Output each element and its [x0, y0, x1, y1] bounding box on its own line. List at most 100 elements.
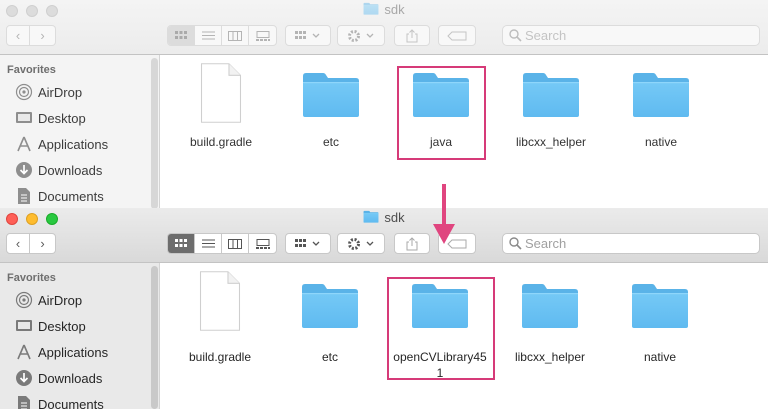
chevron-left-icon: ‹ [15, 28, 21, 43]
columns-icon [228, 238, 242, 249]
titlebar: sdk ‹ › Search [0, 0, 768, 55]
window-title-text: sdk [384, 210, 405, 225]
view-mode-segment [167, 25, 277, 46]
action-button[interactable] [337, 233, 385, 254]
group-by-button[interactable] [285, 233, 331, 254]
file-name: etc [321, 350, 338, 364]
search-field[interactable]: Search [502, 25, 760, 46]
folder-item[interactable]: etc [281, 62, 381, 172]
highlight-box [397, 66, 486, 160]
file-item[interactable]: build.gradle [171, 62, 271, 172]
titlebar: sdk ‹ › Search [0, 208, 768, 263]
group-icon [295, 30, 320, 39]
sidebar-item-label: Desktop [38, 318, 86, 334]
sidebar-item-downloads[interactable]: Downloads [14, 159, 154, 181]
sidebar-item-applications[interactable]: Applications [14, 133, 154, 155]
gallery-icon [255, 238, 270, 249]
list-view-button[interactable] [195, 26, 222, 45]
share-button[interactable] [394, 233, 430, 254]
folder-icon [521, 68, 581, 120]
sidebar-item-label: Applications [38, 136, 109, 152]
search-placeholder: Search [525, 28, 567, 43]
list-icon [201, 31, 215, 40]
tags-button[interactable] [438, 25, 476, 46]
search-icon [509, 29, 522, 42]
sidebar: Favorites AirDrop Desktop Applications D… [0, 263, 160, 409]
file-item[interactable]: build.gradle [170, 270, 270, 380]
window-title: sdk [0, 2, 768, 17]
sidebar-scrollbar[interactable] [151, 58, 158, 209]
file-name: native [644, 135, 678, 149]
sidebar-heading: Favorites [7, 272, 56, 284]
folder-icon [300, 279, 360, 331]
sidebar-item-desktop[interactable]: Desktop [14, 107, 154, 129]
sidebar-item-label: Desktop [38, 110, 86, 126]
gallery-view-button[interactable] [249, 234, 276, 253]
sidebar-item-label: AirDrop [38, 84, 83, 100]
document-icon [197, 62, 245, 124]
icon-grid-icon [175, 239, 187, 247]
column-view-button[interactable] [222, 234, 249, 253]
file-name: etc [322, 135, 339, 149]
desktop-icon [14, 109, 34, 127]
downloads-icon [14, 161, 34, 179]
icon-view-button[interactable] [168, 234, 195, 253]
chevron-right-icon: › [40, 28, 45, 43]
sidebar: Favorites AirDrop Desktop Applications D… [0, 55, 160, 209]
back-button[interactable]: ‹ [6, 25, 30, 46]
sidebar-item-airdrop[interactable]: AirDrop [14, 289, 154, 311]
sidebar-item-applications[interactable]: Applications [14, 341, 154, 363]
group-by-button[interactable] [285, 25, 331, 46]
sidebar-scrollbar[interactable] [151, 266, 158, 409]
column-view-button[interactable] [222, 26, 249, 45]
sidebar-item-airdrop[interactable]: AirDrop [14, 81, 154, 103]
folder-item[interactable]: etc [280, 270, 380, 380]
view-mode-segment [167, 233, 277, 254]
folder-item[interactable]: native [610, 270, 710, 380]
folder-icon [630, 279, 690, 331]
sidebar-item-label: Documents [38, 188, 104, 204]
list-icon [201, 239, 215, 248]
folder-icon [363, 210, 379, 222]
file-grid: build.gradle etc java libcxx_helper nati… [161, 55, 768, 209]
icon-grid-icon [175, 31, 187, 39]
file-name: libcxx_helper [515, 135, 587, 149]
share-icon [406, 28, 418, 42]
sidebar-item-label: Downloads [38, 370, 103, 386]
search-icon [509, 237, 522, 250]
sidebar-item-documents[interactable]: Documents [14, 185, 154, 207]
columns-icon [228, 30, 242, 41]
file-name: native [643, 350, 677, 364]
folder-item[interactable]: libcxx_helper [501, 62, 601, 172]
gear-icon [348, 237, 374, 250]
sidebar-item-downloads[interactable]: Downloads [14, 367, 154, 389]
action-button[interactable] [337, 25, 385, 46]
folder-item[interactable]: libcxx_helper [500, 270, 600, 380]
forward-button[interactable]: › [30, 233, 56, 254]
highlight-box [387, 277, 495, 380]
sidebar-item-label: Documents [38, 396, 104, 409]
documents-icon [14, 187, 34, 205]
sidebar-item-desktop[interactable]: Desktop [14, 315, 154, 337]
gallery-view-button[interactable] [249, 26, 276, 45]
search-placeholder: Search [525, 236, 567, 251]
applications-icon [14, 135, 34, 153]
gallery-icon [255, 30, 270, 41]
search-field[interactable]: Search [502, 233, 760, 254]
back-button[interactable]: ‹ [6, 233, 30, 254]
sidebar-item-documents[interactable]: Documents [14, 393, 154, 409]
forward-button[interactable]: › [30, 25, 56, 46]
list-view-button[interactable] [195, 234, 222, 253]
chevron-left-icon: ‹ [15, 236, 21, 251]
sidebar-item-label: Downloads [38, 162, 103, 178]
share-icon [406, 236, 418, 250]
chevron-right-icon: › [40, 236, 45, 251]
folder-item[interactable]: native [611, 62, 711, 172]
sidebar-item-label: AirDrop [38, 292, 83, 308]
documents-icon [14, 395, 34, 409]
file-name: build.gradle [189, 135, 253, 149]
icon-view-button[interactable] [168, 26, 195, 45]
share-button[interactable] [394, 25, 430, 46]
file-name: libcxx_helper [514, 350, 586, 364]
tag-icon [447, 31, 467, 40]
